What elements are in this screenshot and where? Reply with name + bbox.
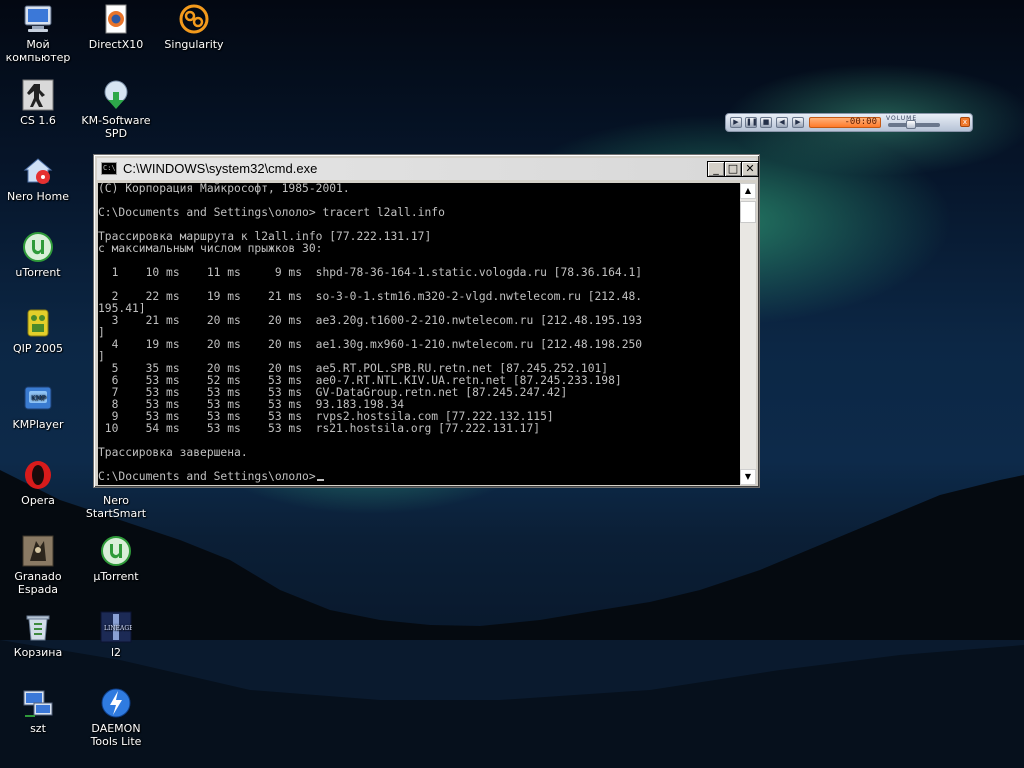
desktop-icon-nero-home[interactable]: Nero Home <box>0 155 76 203</box>
desktop-icon-label: Корзина <box>13 646 63 659</box>
desktop-icon-utorrent[interactable]: uTorrent <box>0 231 76 279</box>
desktop-icon-recycle-bin[interactable]: Корзина <box>0 611 76 659</box>
player-close-button[interactable]: x <box>960 117 970 127</box>
console-line: (C) Корпорация Майкрософт, 1985-2001. <box>98 183 350 195</box>
desktop-icon-mutorrent[interactable]: µTorrent <box>78 535 154 583</box>
desktop-icon-directx10[interactable]: DirectX10 <box>78 3 154 51</box>
close-button[interactable]: ✕ <box>741 161 759 177</box>
desktop-icon-label: Nero Home <box>7 190 69 203</box>
cmd-window[interactable]: C:\ C:\WINDOWS\system32\cmd.exe _ □ ✕ (C… <box>93 154 760 488</box>
stop-button[interactable]: ■ <box>760 117 772 128</box>
kmplayer-icon: KMP <box>24 386 52 410</box>
desktop-icon-label: CS 1.6 <box>20 114 56 127</box>
volume-thumb[interactable] <box>906 120 917 129</box>
time-display: -00:00 <box>809 117 881 128</box>
singularity-icon <box>179 4 209 34</box>
previous-button[interactable]: ◀ <box>776 117 788 128</box>
lineage2-icon: LINEAGE <box>100 611 132 643</box>
globe-download-icon <box>104 80 128 109</box>
console-line: 10 54 ms 53 ms 53 ms rs21.hostsila.org [… <box>98 422 541 435</box>
scroll-down-button[interactable]: ▼ <box>740 469 756 485</box>
recycle-bin-icon <box>26 615 50 641</box>
granado-espada-icon <box>22 535 54 567</box>
desktop-icon-km-software[interactable]: KM-Software SPD <box>78 79 154 140</box>
next-button[interactable]: ▶ <box>792 117 804 128</box>
scrollbar-thumb[interactable] <box>740 201 756 223</box>
desktop-icon-label: Granado Espada <box>14 570 62 596</box>
play-button[interactable]: ▶ <box>730 117 742 128</box>
console-line: C:\Documents and Settings\ололо> <box>98 471 740 483</box>
desktop-icon-label: KM-Software SPD <box>81 114 151 140</box>
desktop-icon-daemon-tools[interactable]: DAEMON Tools Lite <box>78 687 154 748</box>
computer-icon <box>24 5 52 32</box>
desktop-icon-label: µTorrent <box>93 570 139 583</box>
desktop-icon-label: DAEMON Tools Lite <box>90 722 142 748</box>
svg-text:LINEAGE: LINEAGE <box>104 625 132 632</box>
title-bar[interactable]: C:\ C:\WINDOWS\system32\cmd.exe _ □ ✕ <box>97 158 759 180</box>
desktop-icon-singularity[interactable]: Singularity <box>156 3 232 51</box>
desktop-icon-label: Opera <box>21 494 55 507</box>
console-line: C:\Documents and Settings\ололо> tracert… <box>98 206 445 219</box>
desktop-icon-l2[interactable]: LINEAGE l2 <box>78 611 154 659</box>
utorrent-icon <box>101 536 131 566</box>
desktop-icon-kmplayer[interactable]: KMP KMPlayer <box>0 383 76 431</box>
console-line: Трассировка завершена. <box>98 446 248 459</box>
minimize-button[interactable]: _ <box>707 161 725 177</box>
desktop-icon-label: Nero StartSmart <box>85 494 147 520</box>
firefox-file-icon <box>105 4 127 34</box>
desktop-icon-label: QIP 2005 <box>12 342 64 355</box>
desktop-icon-label: KMPlayer <box>12 418 64 431</box>
console-line: 3 21 ms 20 ms 20 ms ae3.20g.t1600-2-210.… <box>98 314 643 327</box>
desktop-icon-qip-2005[interactable]: QIP 2005 <box>0 307 76 355</box>
desktop-icon-label: DirectX10 <box>88 38 144 51</box>
desktop-icon-cs16[interactable]: CS 1.6 <box>0 79 76 127</box>
desktop-icon-label: szt <box>30 722 46 735</box>
qip-icon <box>27 309 49 337</box>
console-line: с максимальным числом прыжков 30: <box>98 242 323 255</box>
daemon-tools-icon <box>101 688 131 718</box>
nero-home-icon <box>23 158 53 184</box>
desktop-icon-my-computer[interactable]: Мой компьютер <box>0 3 76 64</box>
desktop-icon-opera[interactable]: Opera <box>0 459 76 507</box>
desktop-icon-label: Singularity <box>164 38 224 51</box>
svg-text:KMP: KMP <box>31 394 46 402</box>
utorrent-icon <box>23 232 53 262</box>
opera-icon <box>25 461 51 489</box>
desktop-icon-granado-espada[interactable]: Granado Espada <box>0 535 76 596</box>
window-title: C:\WINDOWS\system32\cmd.exe <box>123 161 318 176</box>
network-computer-icon <box>23 690 53 717</box>
scroll-up-button[interactable]: ▲ <box>740 183 756 199</box>
maximize-button[interactable]: □ <box>724 161 742 177</box>
desktop-icon-label: l2 <box>110 646 122 659</box>
pause-button[interactable]: ❚❚ <box>745 117 758 128</box>
console-line: 1 10 ms 11 ms 9 ms shpd-78-36-164-1.stat… <box>98 266 643 279</box>
desktop-icon-label: Мой компьютер <box>5 38 71 64</box>
console-line: 4 19 ms 20 ms 20 ms ae1.30g.mx960-1-210.… <box>98 338 643 351</box>
vertical-scrollbar[interactable]: ▲ ▼ <box>740 183 756 485</box>
media-player-widget[interactable]: ▶ ❚❚ ■ ◀ ▶ -00:00 VOLUME x <box>725 113 973 132</box>
text-cursor <box>316 479 324 481</box>
desktop-icon-label: uTorrent <box>15 266 61 279</box>
console-line: 2 22 ms 19 ms 21 ms so-3-0-1.stm16.m320-… <box>98 290 643 303</box>
counter-strike-icon <box>22 79 54 111</box>
desktop-icon-szt[interactable]: szt <box>0 687 76 735</box>
console-output[interactable]: (C) Корпорация Майкрософт, 1985-2001. C:\… <box>98 183 740 485</box>
console-icon: C:\ <box>101 162 117 175</box>
